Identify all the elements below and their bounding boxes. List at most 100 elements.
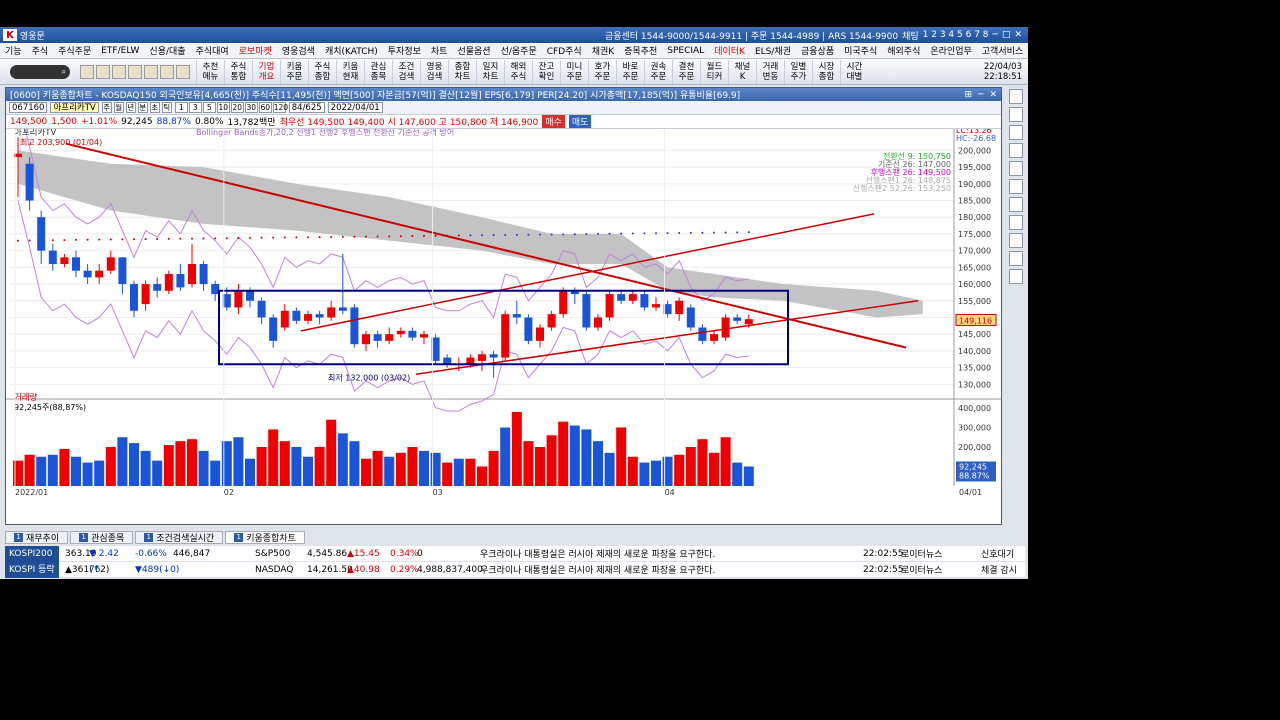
line-icon[interactable]	[1009, 143, 1023, 158]
menu-item[interactable]: ELS/채권	[750, 44, 796, 57]
sell-button[interactable]: 매도	[568, 115, 592, 128]
ticker-news[interactable]: 우크라이나 대통령실은 러시아 제재의 새로운 파장을 요구한다.	[480, 547, 715, 560]
minute-tab[interactable]: 60	[258, 102, 272, 113]
monitor-icon[interactable]	[128, 64, 142, 79]
menu-item[interactable]: 영웅검색	[277, 44, 320, 57]
menu-item[interactable]: 선/옵주문	[496, 44, 542, 57]
toolbar-button[interactable]: 월드 티커	[700, 59, 728, 84]
menu-item[interactable]: 채권K	[587, 44, 619, 57]
toolbar-button[interactable]: 주식 종합	[308, 59, 336, 84]
toolbar-button[interactable]: 기업 개요	[252, 59, 280, 84]
toolbar-button[interactable]: 영웅 검색	[420, 59, 448, 84]
star-icon[interactable]	[96, 64, 110, 79]
cursor-icon[interactable]	[1009, 89, 1023, 104]
toolbar-button[interactable]: 시간 대별	[840, 59, 868, 84]
link-icon[interactable]: ⊞	[964, 90, 972, 100]
minimize-icon[interactable]: ─	[978, 90, 983, 100]
menu-item[interactable]: 차트	[426, 44, 453, 57]
chart-icon[interactable]	[80, 64, 94, 79]
minimize-icon[interactable]: ─	[993, 30, 998, 40]
close-icon[interactable]: ✕	[1014, 30, 1022, 40]
menu-item[interactable]: 미국주식	[839, 44, 882, 57]
menu-item[interactable]: 선물옵션	[452, 44, 495, 57]
minute-tab[interactable]: 1	[174, 102, 188, 113]
ticker-news[interactable]: 우크라이나 대통령실은 러시아 제재의 새로운 파장을 요구한다.	[480, 563, 715, 576]
menu-item[interactable]: CFD주식	[542, 44, 587, 57]
chat-button[interactable]: 채팅	[902, 29, 919, 42]
mail-icon[interactable]	[144, 64, 158, 79]
buy-button[interactable]: 매수	[542, 115, 565, 128]
trendline-icon[interactable]	[1009, 161, 1023, 176]
bottom-tab[interactable]: 1 조건검색실시간	[135, 530, 224, 544]
toolbar-button[interactable]: 거래 변동	[756, 59, 784, 84]
text-icon[interactable]	[1009, 251, 1023, 266]
fibonacci-icon[interactable]	[1009, 269, 1023, 284]
toolbar-button[interactable]: 일별 주가	[784, 59, 812, 84]
bottom-tab[interactable]: 1 키움종합차트	[225, 530, 305, 544]
maximize-icon[interactable]: □	[1002, 30, 1011, 40]
menu-item[interactable]: 데이터K	[709, 44, 750, 57]
menu-item[interactable]: 주식	[27, 44, 54, 57]
crosshair-icon[interactable]	[1009, 107, 1023, 122]
period-tab[interactable]: 초	[149, 102, 160, 113]
toolbar-button[interactable]: 시장 종합	[812, 59, 840, 84]
toolbar-button[interactable]: 키움 주문	[280, 59, 308, 84]
period-tab[interactable]: 년	[125, 102, 136, 113]
minute-tab[interactable]: 20	[230, 102, 244, 113]
bottom-tab[interactable]: 1 관심종목	[70, 530, 134, 544]
toolbar-button[interactable]: 관심 종목	[364, 59, 392, 84]
close-icon[interactable]: ✕	[989, 90, 997, 100]
count-field[interactable]: 84/625	[288, 102, 325, 113]
toolbar-button[interactable]: 조건 검색	[392, 59, 420, 84]
stock-name[interactable]: 아프리카TV	[50, 102, 99, 113]
toolbar-button[interactable]: 키움 현재	[336, 59, 364, 84]
minute-tab[interactable]: 5	[202, 102, 216, 113]
menu-item[interactable]: SPECIAL	[662, 46, 709, 56]
stock-code-input[interactable]: 067160	[9, 102, 48, 113]
menu-item[interactable]: 고객서비스	[977, 44, 1028, 57]
toolbar-button[interactable]: 결천 주문	[672, 59, 700, 84]
period-tab[interactable]: 분	[137, 102, 148, 113]
menu-item[interactable]: 온라인업무	[925, 44, 976, 57]
menu-item[interactable]: 캐치(KATCH)	[320, 44, 383, 57]
toolbar-button[interactable]: 종합 차트	[448, 59, 476, 84]
pen-icon[interactable]	[1009, 179, 1023, 194]
period-tab[interactable]: 주	[101, 102, 112, 113]
toolbar-button[interactable]: 권속 주문	[644, 59, 672, 84]
toolbar-button[interactable]: 추천 메뉴	[196, 59, 224, 84]
circle-icon[interactable]	[1009, 233, 1023, 248]
gear-icon[interactable]	[176, 64, 190, 79]
menu-item[interactable]: 로보마켓	[234, 44, 277, 57]
menu-item[interactable]: 증목추천	[619, 44, 662, 57]
minute-tab[interactable]: 30	[244, 102, 258, 113]
minute-tab[interactable]: 10	[216, 102, 230, 113]
toolbar-button[interactable]: 잔고 확인	[532, 59, 560, 84]
menu-item[interactable]: 금융상품	[796, 44, 839, 57]
box-icon[interactable]	[1009, 215, 1023, 230]
toolbar-button[interactable]: 호가 주문	[588, 59, 616, 84]
page-numbers[interactable]: 1 2 3 4 5 6 7 8	[923, 30, 989, 40]
menu-item[interactable]: 주식대여	[191, 44, 234, 57]
eraser-icon[interactable]	[1009, 197, 1023, 212]
date-field[interactable]: 2022/04/01	[327, 102, 383, 113]
toolbar-button[interactable]: 주식 통합	[224, 59, 252, 84]
menu-item[interactable]: 주식주문	[53, 44, 96, 57]
period-tab[interactable]: 월	[113, 102, 124, 113]
toolbar-button[interactable]: 미니 주문	[560, 59, 588, 84]
bottom-tab[interactable]: 1 재무추이	[5, 530, 69, 544]
gear-icon[interactable]	[1009, 125, 1023, 140]
menu-item[interactable]: 해외주식	[882, 44, 925, 57]
toolbar-button[interactable]: 해외 주식	[504, 59, 532, 84]
toolbar-button[interactable]: 일지 차트	[476, 59, 504, 84]
period-tab[interactable]: 틱	[161, 102, 172, 113]
lock-icon[interactable]	[112, 64, 126, 79]
toolbar-button[interactable]: 바로 주문	[616, 59, 644, 84]
minute-tab[interactable]: 120	[272, 102, 288, 113]
price-chart[interactable]: 130,000135,000140,000145,000150,000155,0…	[6, 129, 1001, 525]
minute-tab[interactable]: 3	[188, 102, 202, 113]
menu-item[interactable]: ETF/ELW	[96, 46, 144, 56]
toolbar-button[interactable]: 채널 K	[728, 59, 756, 84]
search-input[interactable]: ⌕	[10, 64, 70, 79]
print-icon[interactable]	[160, 64, 174, 79]
menu-item[interactable]: 기능	[0, 44, 27, 57]
